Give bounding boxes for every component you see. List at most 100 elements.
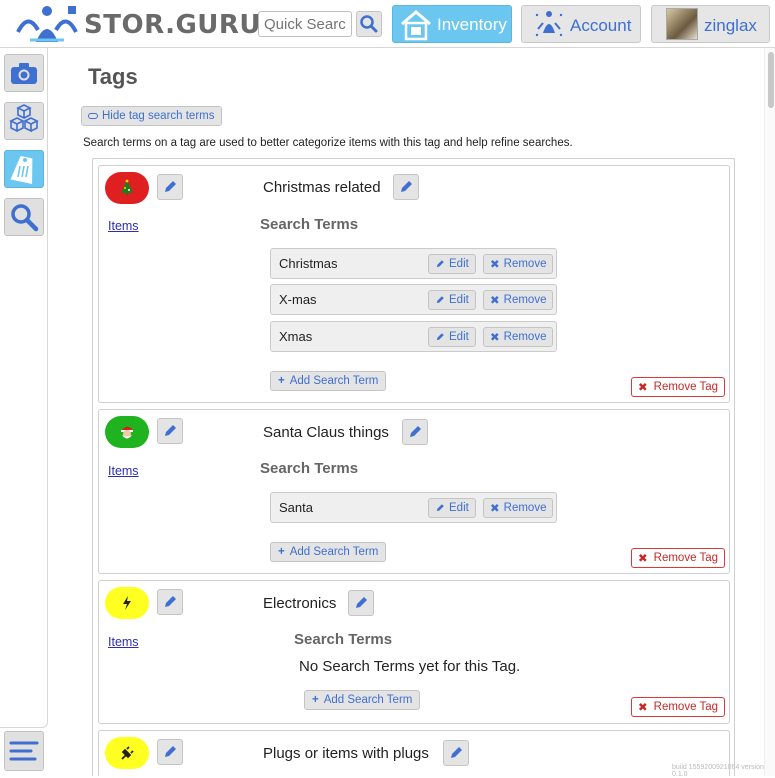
main-content: Tags Hide tag search terms Search terms …: [58, 48, 764, 776]
search-sidebar-button[interactable]: [4, 198, 44, 236]
items-link[interactable]: Items: [108, 219, 139, 233]
search-term-row: Xmas Edit ✖ Remove: [270, 321, 557, 352]
tag-badge[interactable]: [105, 737, 149, 769]
remove-tag-button[interactable]: ✖ Remove Tag: [631, 697, 725, 717]
edit-tag-badge-button[interactable]: [157, 418, 183, 444]
search-term-text: Christmas: [279, 256, 338, 271]
hide-search-terms-button[interactable]: Hide tag search terms: [81, 106, 222, 126]
add-search-term-button[interactable]: + Add Search Term: [270, 542, 387, 562]
page-scrollbar[interactable]: [764, 48, 775, 776]
person-meditating-icon: [535, 11, 563, 37]
search-terms-heading: Search Terms: [260, 216, 359, 233]
close-icon: ✖: [638, 382, 648, 394]
boxes-button[interactable]: [4, 102, 44, 140]
tag-name: Plugs or items with plugs: [263, 745, 429, 762]
remove-term-button[interactable]: ✖ Remove: [483, 290, 554, 310]
search-icon: [360, 15, 378, 33]
pencil-icon: [165, 181, 176, 192]
edit-tag-badge-button[interactable]: [157, 739, 183, 765]
add-search-term-button[interactable]: + Add Search Term: [270, 371, 387, 391]
pencil-icon: [401, 181, 412, 192]
edit-label: Edit: [449, 331, 469, 343]
search-term-row: Santa Edit ✖ Remove: [270, 492, 557, 523]
scrollbar-thumb[interactable]: [768, 52, 774, 108]
brand-name[interactable]: STOR.GURU: [84, 10, 261, 40]
close-icon: ✖: [490, 503, 500, 515]
pencil-icon: [165, 425, 176, 436]
edit-term-button[interactable]: Edit: [428, 498, 476, 518]
tag-name: Christmas related: [263, 179, 381, 196]
camera-icon: [11, 63, 37, 84]
remove-tag-button[interactable]: ✖ Remove Tag: [631, 377, 725, 397]
tag-card: Plugs or items with plugs: [98, 730, 730, 776]
user-nav-button[interactable]: zinglax: [651, 5, 770, 43]
page-description: Search terms on a tag are used to better…: [83, 137, 573, 149]
edit-term-button[interactable]: Edit: [428, 290, 476, 310]
tag-badge[interactable]: [105, 587, 149, 619]
page-title: Tags: [88, 64, 138, 89]
tag-badge[interactable]: [105, 416, 149, 448]
search-button[interactable]: [356, 11, 382, 37]
account-label: Account: [570, 16, 632, 35]
edit-term-button[interactable]: Edit: [428, 254, 476, 274]
add-search-term-label: Add Search Term: [289, 375, 379, 387]
tag-card: Santa Claus things Items Search Terms Sa…: [98, 409, 730, 574]
avatar: [666, 8, 698, 40]
pencil-icon: [436, 504, 444, 512]
christmas-tree-icon: [121, 179, 133, 196]
edit-tag-name-button[interactable]: [443, 740, 469, 766]
remove-tag-button[interactable]: ✖ Remove Tag: [631, 548, 725, 568]
plug-icon: [121, 746, 134, 760]
tag-card: Electronics Items Search Terms No Search…: [98, 580, 730, 724]
hide-icon: [88, 113, 98, 119]
hamburger-icon: [9, 741, 39, 761]
tag-name: Santa Claus things: [263, 424, 389, 441]
pencil-icon: [436, 260, 444, 268]
hide-search-terms-label: Hide tag search terms: [102, 110, 215, 122]
edit-label: Edit: [449, 294, 469, 306]
search-terms-heading: Search Terms: [294, 631, 393, 648]
menu-button[interactable]: [4, 731, 44, 771]
inventory-label: Inventory: [437, 15, 507, 34]
no-search-terms-message: No Search Terms yet for this Tag.: [299, 658, 521, 675]
search-term-text: X-mas: [279, 292, 317, 307]
tag-icon: [10, 156, 33, 185]
santa-icon: [121, 426, 133, 439]
close-icon: ✖: [490, 332, 500, 344]
remove-label: Remove: [503, 294, 547, 306]
remove-term-button[interactable]: ✖ Remove: [483, 498, 554, 518]
camera-button[interactable]: [4, 54, 44, 92]
plus-icon: +: [312, 694, 319, 706]
pencil-icon: [165, 596, 176, 607]
remove-tag-label: Remove Tag: [653, 701, 718, 713]
edit-tag-name-button[interactable]: [348, 590, 374, 616]
edit-tag-name-button[interactable]: [402, 419, 428, 445]
add-search-term-button[interactable]: + Add Search Term: [304, 690, 421, 710]
tag-card: Christmas related Items Search Terms Chr…: [98, 165, 730, 403]
quick-search-input[interactable]: [258, 11, 352, 37]
remove-term-button[interactable]: ✖ Remove: [483, 254, 554, 274]
edit-tag-badge-button[interactable]: [157, 589, 183, 615]
close-icon: ✖: [490, 295, 500, 307]
items-link[interactable]: Items: [108, 635, 139, 649]
tag-badge[interactable]: [105, 172, 149, 204]
close-icon: ✖: [638, 553, 648, 565]
search-term-row: X-mas Edit ✖ Remove: [270, 284, 557, 315]
edit-term-button[interactable]: Edit: [428, 327, 476, 347]
logo-icon[interactable]: [14, 2, 80, 46]
close-icon: ✖: [490, 259, 500, 271]
edit-tag-badge-button[interactable]: [157, 174, 183, 200]
search-term-text: Santa: [279, 500, 313, 515]
pencil-icon: [410, 426, 421, 437]
plus-icon: +: [278, 546, 285, 558]
boxes-icon: [9, 104, 39, 133]
items-link[interactable]: Items: [108, 464, 139, 478]
tags-button[interactable]: [4, 150, 44, 188]
remove-tag-label: Remove Tag: [653, 552, 718, 564]
remove-label: Remove: [503, 331, 547, 343]
search-term-text: Xmas: [279, 329, 313, 344]
remove-term-button[interactable]: ✖ Remove: [483, 327, 554, 347]
edit-tag-name-button[interactable]: [393, 174, 419, 200]
account-nav-button[interactable]: Account: [521, 5, 641, 43]
inventory-nav-button[interactable]: Inventory: [392, 5, 512, 43]
